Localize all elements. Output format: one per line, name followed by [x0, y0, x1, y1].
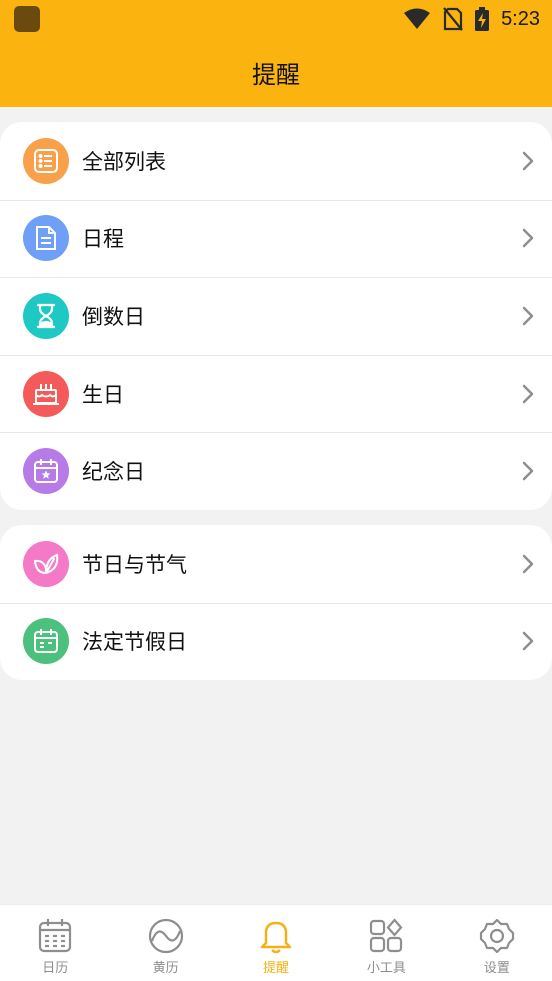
title-bar: 提醒 [0, 38, 552, 107]
almanac-icon [148, 918, 183, 954]
row-label: 倒数日 [82, 304, 145, 329]
app-notification-icon [14, 6, 40, 32]
cake-icon [23, 370, 69, 417]
row-label: 纪念日 [82, 460, 145, 485]
tools-grid-icon [370, 918, 403, 953]
chevron-right-icon [522, 151, 534, 171]
row-label: 节日与节气 [82, 552, 187, 577]
tab-calendar[interactable]: 日历 [0, 905, 110, 981]
row-countdown[interactable]: 倒数日 [0, 277, 552, 355]
row-label: 日程 [82, 227, 124, 252]
tab-label: 小工具 [366, 961, 406, 976]
row-public-holidays[interactable]: 法定节假日 [0, 602, 552, 681]
chevron-right-icon [522, 384, 534, 403]
calendar-star-icon [23, 448, 69, 495]
calendar-icon [39, 919, 72, 953]
calendar-holiday-icon [23, 618, 69, 665]
row-festivals-solar-terms[interactable]: 节日与节气 [0, 525, 552, 603]
hourglass-icon [23, 292, 69, 339]
battery-charging-icon [475, 7, 490, 31]
tab-label: 黄历 [152, 961, 179, 976]
tab-tools[interactable]: 小工具 [331, 905, 441, 981]
tab-label: 提醒 [263, 961, 290, 976]
row-label: 法定节假日 [82, 630, 187, 655]
row-label: 生日 [82, 382, 124, 407]
bell-icon [260, 921, 292, 954]
status-indicators: 5:23 [403, 7, 540, 31]
tab-almanac[interactable]: 黄历 [110, 905, 220, 981]
status-bar: 5:23 [0, 0, 552, 38]
leaf-icon [23, 540, 69, 587]
document-icon [23, 215, 69, 262]
row-birthday[interactable]: 生日 [0, 354, 552, 433]
chevron-right-icon [522, 306, 534, 326]
reminder-list-card: 全部列表 日程 倒数日 生日 纪念日 [0, 122, 552, 510]
holiday-list-card: 节日与节气 法定节假日 [0, 525, 552, 680]
chevron-right-icon [522, 229, 534, 248]
tab-reminders[interactable]: 提醒 [221, 905, 331, 981]
settings-gear-icon [479, 918, 514, 954]
chevron-right-icon [522, 554, 534, 573]
no-sim-icon [443, 7, 463, 31]
wifi-icon [404, 8, 431, 29]
chevron-right-icon [522, 632, 534, 651]
bottom-tab-bar: 日历 黄历 提醒 小工具 设置 [0, 904, 552, 981]
chevron-right-icon [522, 461, 534, 481]
tab-settings[interactable]: 设置 [442, 905, 552, 981]
list-icon [23, 137, 69, 184]
row-anniversary[interactable]: 纪念日 [0, 432, 552, 510]
tab-label: 设置 [483, 961, 510, 976]
row-label: 全部列表 [82, 149, 166, 174]
tab-label: 日历 [42, 961, 69, 976]
row-all-list[interactable]: 全部列表 [0, 122, 552, 200]
page-title: 提醒 [252, 61, 300, 89]
row-schedule[interactable]: 日程 [0, 199, 552, 278]
status-time: 5:23 [501, 7, 540, 30]
